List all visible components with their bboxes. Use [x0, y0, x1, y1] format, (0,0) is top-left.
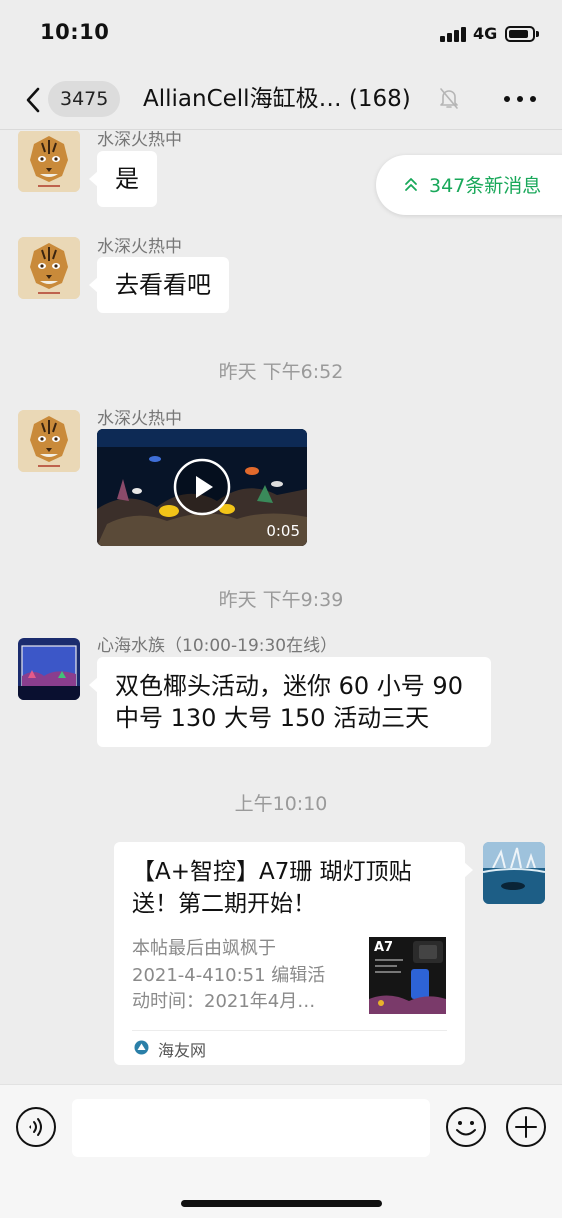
video-duration: 0:05: [266, 522, 300, 540]
link-card-desc-line: 动时间：2021年4月…: [132, 991, 316, 1012]
tiger-avatar-icon: [18, 410, 80, 472]
avatar-tiger[interactable]: [18, 237, 80, 299]
aquarium-avatar-icon: [18, 638, 80, 700]
divider: [132, 1030, 447, 1031]
timestamp: 上午10:10: [234, 793, 328, 815]
avatar-aquarium[interactable]: [18, 638, 80, 700]
play-icon[interactable]: [172, 457, 232, 517]
emoji-icon[interactable]: [445, 1106, 487, 1148]
cellular-signal-icon: [440, 27, 467, 42]
sender-name: 水深火热中: [97, 131, 182, 150]
plus-icon[interactable]: [505, 1106, 547, 1148]
double-chevron-up-icon: [405, 178, 417, 191]
network-type: 4G: [473, 24, 498, 43]
more-options-icon[interactable]: [504, 96, 536, 104]
link-card-title: 【A+智控】A7珊 瑚灯顶贴送！第二期开始！: [132, 859, 412, 917]
link-card-desc-line: 2021-4-410:51 编辑活: [132, 964, 326, 986]
link-card-desc-line: 本帖最后由飒枫于: [132, 938, 276, 959]
link-card[interactable]: 【A+智控】A7珊 瑚灯顶贴送！第二期开始！ 本帖最后由飒枫于 2021-4-4…: [114, 842, 473, 1065]
message-text-line: 中号 130 大号 150 活动三天: [115, 704, 430, 732]
timestamp: 昨天 下午9:39: [218, 589, 344, 611]
message-text-input[interactable]: [72, 1099, 430, 1157]
unread-count-badge[interactable]: 3475: [48, 81, 121, 117]
message-text-line: 双色椰头活动，迷你 60 小号 90: [115, 672, 463, 700]
link-card-thumbnail: A7: [369, 937, 446, 1014]
voice-input-icon[interactable]: [15, 1106, 57, 1148]
battery-icon: [505, 26, 539, 42]
mute-bell-icon: [440, 88, 458, 109]
avatar-tiger[interactable]: [18, 131, 80, 192]
group-name: AllianCell海缸极…: [143, 86, 342, 112]
my-avatar[interactable]: [483, 842, 545, 904]
home-indicator: [181, 1200, 382, 1207]
link-card-thumb-label: A7: [374, 940, 394, 955]
sender-name: 水深火热中: [97, 409, 182, 429]
new-messages-button[interactable]: 347条新消息: [376, 155, 562, 215]
ocean-avatar-icon: [483, 842, 545, 904]
avatar-tiger[interactable]: [18, 410, 80, 472]
chat-header: 3475 AllianCell海缸极… (168): [0, 68, 562, 130]
chat-title[interactable]: AllianCell海缸极… (168): [143, 83, 411, 115]
message-bubble[interactable]: 双色椰头活动，迷你 60 小号 90 中号 130 大号 150 活动三天: [89, 657, 491, 747]
message-bubble[interactable]: 是: [89, 151, 157, 207]
chat-message-list[interactable]: 水深火热中 是 347条新消息 水深火热中 去看看吧 昨天 下午6:52 水深火…: [0, 131, 562, 1084]
link-card-source: 海友网: [158, 1041, 207, 1060]
message-input-bar: [0, 1084, 562, 1218]
source-logo-icon: [134, 1040, 149, 1055]
new-messages-label: 347条新消息: [429, 175, 542, 197]
status-bar: 10:10 4G: [0, 0, 562, 68]
link-card-description: 本帖最后由飒枫于 2021-4-410:51 编辑活 动时间：2021年4月…: [132, 936, 360, 1016]
video-message[interactable]: 0:05: [97, 429, 307, 546]
tiger-avatar-icon: [18, 131, 80, 192]
timestamp: 昨天 下午6:52: [218, 361, 344, 383]
member-count: (168): [348, 86, 411, 112]
sender-name: 水深火热中: [97, 237, 182, 257]
back-chevron-icon[interactable]: [22, 85, 48, 115]
message-bubble[interactable]: 去看看吧: [89, 257, 229, 313]
tiger-avatar-icon: [18, 237, 80, 299]
sender-name: 心海水族（10:00-19:30在线）: [97, 636, 338, 656]
status-time: 10:10: [40, 20, 110, 44]
